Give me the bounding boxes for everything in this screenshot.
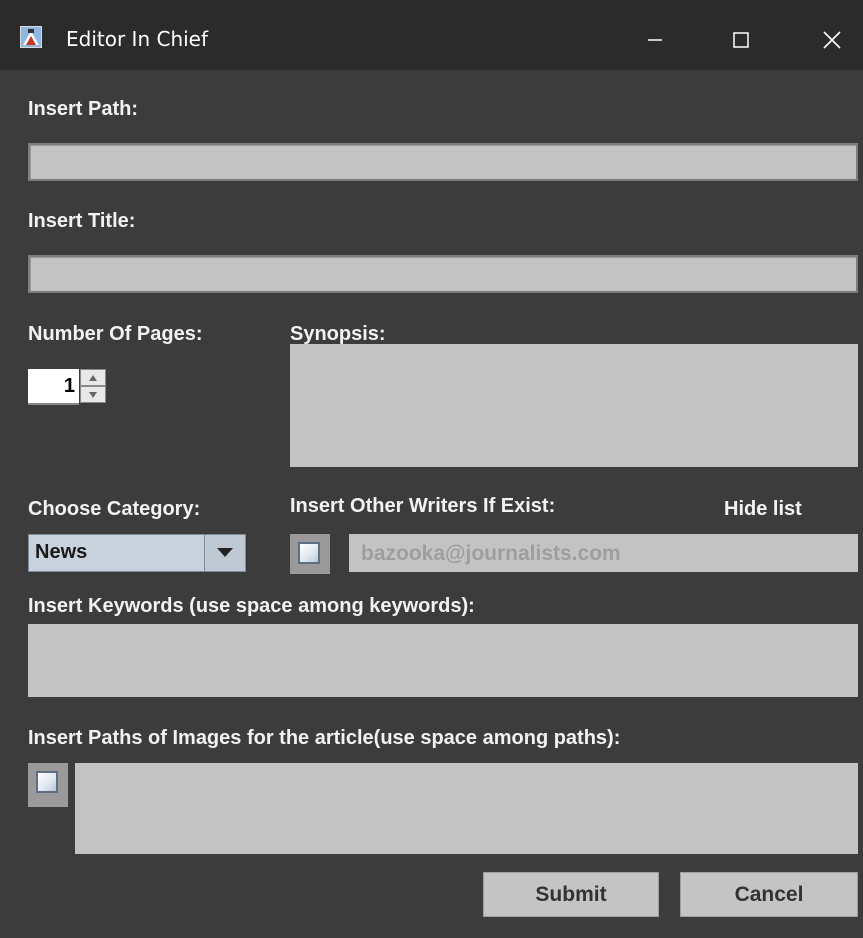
keywords-label: Insert Keywords (use space among keyword…	[28, 595, 475, 617]
chevron-down-icon	[217, 548, 233, 557]
close-icon	[823, 31, 841, 49]
submit-button[interactable]: Submit	[483, 872, 659, 917]
cancel-button[interactable]: Cancel	[680, 872, 858, 917]
category-label: Choose Category:	[28, 498, 201, 520]
synopsis-textarea[interactable]	[290, 344, 858, 467]
pages-value[interactable]: 1	[28, 369, 79, 405]
path-field-wrap	[28, 143, 858, 181]
spinner-up-icon	[89, 374, 97, 381]
category-selected-value: News	[35, 541, 88, 563]
pages-spinner[interactable]: 1	[28, 369, 106, 405]
path-input[interactable]	[30, 145, 856, 179]
writers-label: Insert Other Writers If Exist:	[290, 495, 556, 517]
images-textarea[interactable]	[75, 763, 858, 854]
spinner-down-button[interactable]	[80, 386, 106, 403]
maximize-button[interactable]	[721, 20, 761, 60]
synopsis-label: Synopsis:	[290, 323, 386, 345]
spinner-up-button[interactable]	[80, 369, 106, 386]
minimize-icon	[648, 39, 662, 41]
images-checkbox-wrap	[28, 763, 68, 807]
maximize-icon	[733, 32, 749, 48]
pages-label: Number Of Pages:	[28, 323, 203, 345]
category-select[interactable]: News	[28, 534, 246, 572]
images-label: Insert Paths of Images for the article(u…	[28, 727, 621, 749]
java-app-icon	[20, 26, 42, 48]
images-field-wrap	[75, 763, 858, 854]
close-button[interactable]	[812, 20, 852, 60]
writers-checkbox[interactable]	[298, 542, 320, 564]
synopsis-field-wrap	[290, 344, 858, 467]
window-title: Editor In Chief	[66, 27, 209, 51]
writers-checkbox-wrap	[290, 534, 330, 574]
hide-list-link[interactable]: Hide list	[724, 497, 802, 521]
title-bar: Editor In Chief	[0, 0, 863, 70]
category-dropdown-button[interactable]	[204, 535, 245, 571]
path-label: Insert Path:	[28, 98, 139, 120]
images-checkbox[interactable]	[36, 771, 58, 793]
editor-window: Editor In Chief Insert Path: Insert Titl…	[0, 0, 863, 938]
title-input[interactable]	[30, 257, 856, 291]
keywords-field-wrap	[28, 624, 858, 697]
title-field-wrap	[28, 255, 858, 293]
writers-field-wrap: bazooka@journalists.com	[349, 534, 858, 572]
spinner-down-icon	[89, 391, 97, 398]
keywords-textarea[interactable]	[28, 624, 858, 697]
writers-input[interactable]: bazooka@journalists.com	[361, 542, 621, 566]
minimize-button[interactable]	[635, 20, 675, 60]
title-label: Insert Title:	[28, 210, 136, 232]
